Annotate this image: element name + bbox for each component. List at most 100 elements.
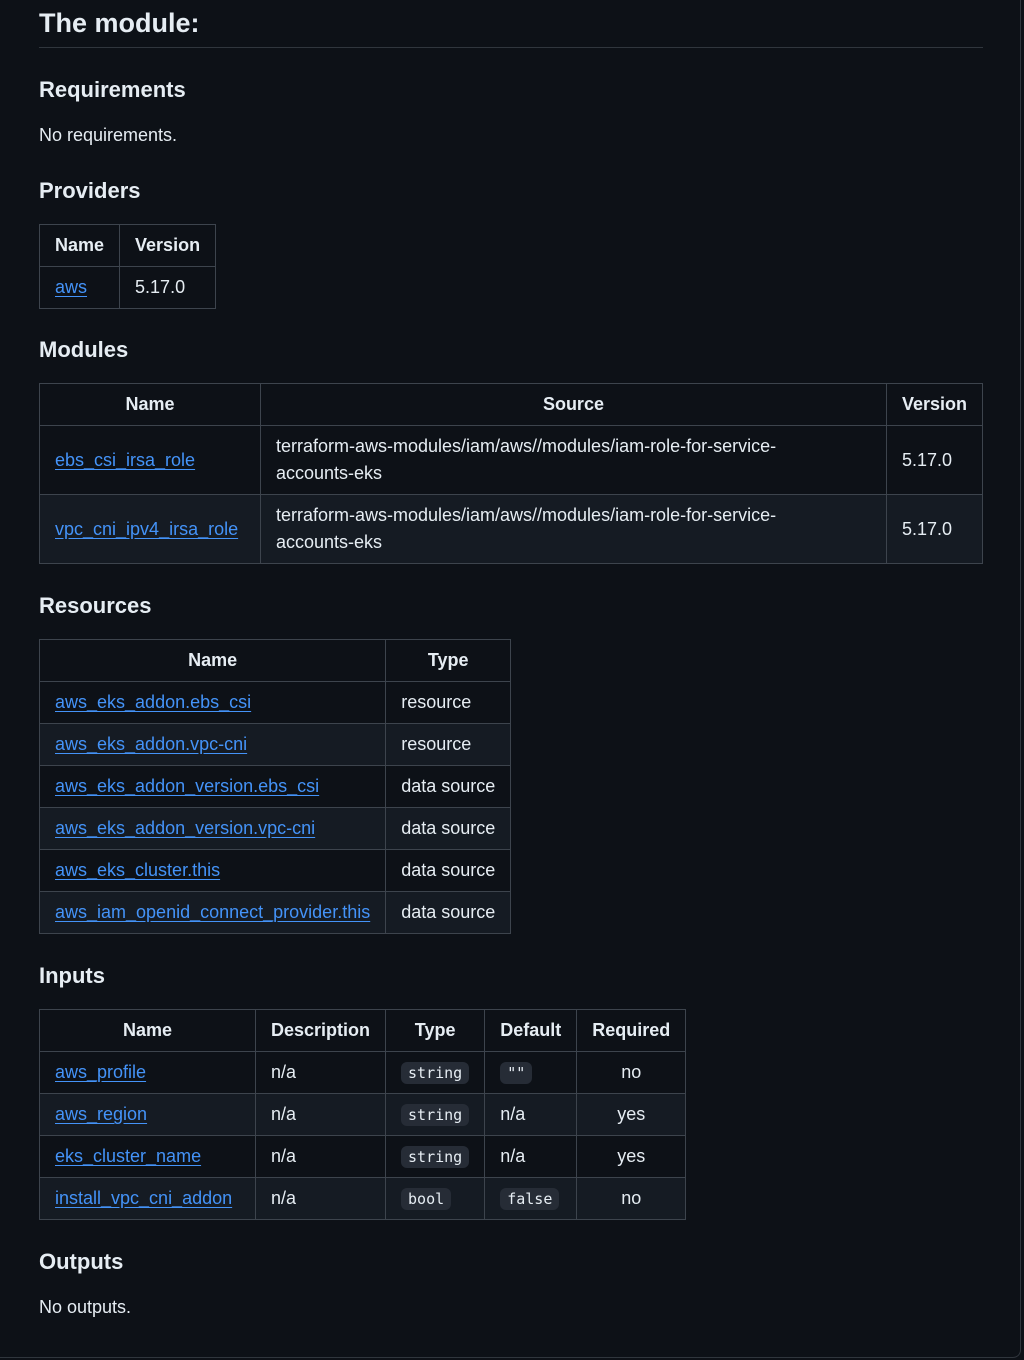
input-link-eks-cluster-name[interactable]: eks_cluster_name (55, 1146, 201, 1166)
resource-name-cell: aws_eks_addon.vpc-cni (38, 723, 387, 766)
outputs-text: No outputs. (39, 1297, 132, 1317)
provider-name-cell: aws (38, 266, 121, 309)
outputs-section: Outputs No outputs. (39, 1248, 131, 1320)
table-row: vpc_cni_ipv4_irsa_role terraform-aws-mod… (39, 494, 984, 564)
table-row: aws_eks_addon.vpc-cni resource (38, 723, 512, 766)
input-default-cell: "" (484, 1051, 578, 1094)
provider-version-cell: 5.17.0 (119, 266, 217, 309)
input-description-cell: n/a (254, 1177, 387, 1220)
input-name-cell: aws_region (39, 1093, 256, 1136)
column-header-version: Version (119, 224, 217, 267)
input-required-cell: yes (576, 1135, 687, 1178)
module-name-cell: vpc_cni_ipv4_irsa_role (39, 494, 261, 564)
providers-heading: Providers (39, 178, 141, 203)
input-link-aws-region[interactable]: aws_region (55, 1104, 147, 1124)
table-header-row: Name Type (38, 639, 512, 682)
column-header-name: Name (38, 224, 121, 267)
module-link-vpc-cni-ipv4-irsa-role[interactable]: vpc_cni_ipv4_irsa_role (55, 519, 238, 539)
readme-content: The module: Requirements No requirements… (38, 0, 984, 1317)
default-code: false (500, 1188, 560, 1210)
module-source-line: terraform-aws-modules/iam/aws//modules/i… (275, 505, 777, 525)
input-default-cell: false (484, 1177, 578, 1220)
default-code: "" (500, 1062, 533, 1084)
input-type-cell: string (385, 1093, 486, 1136)
module-version-cell: 5.17.0 (885, 425, 984, 495)
table-header-row: Name Description Type Default Required (39, 1009, 687, 1052)
providers-section: Providers Name Version aws 5.17.0 (38, 177, 217, 309)
column-header-description: Description (254, 1009, 387, 1052)
resource-type-cell: resource (385, 681, 512, 724)
column-header-required: Required (576, 1009, 687, 1052)
resource-name-cell: aws_eks_addon.ebs_csi (38, 681, 387, 724)
resource-name-cell: aws_iam_openid_connect_provider.this (38, 891, 387, 934)
module-source-cell: terraform-aws-modules/iam/aws//modules/i… (259, 494, 887, 564)
resources-section: Resources Name Type aws_eks_addon.ebs_cs… (38, 592, 512, 934)
module-source-cell: terraform-aws-modules/iam/aws//modules/i… (259, 425, 887, 495)
input-link-install-vpc-cni-addon[interactable]: install_vpc_cni_addon (55, 1188, 232, 1208)
input-name-cell: install_vpc_cni_addon (39, 1177, 256, 1220)
resource-link[interactable]: aws_eks_addon.vpc-cni (55, 734, 247, 754)
inputs-table: Name Description Type Default Required a… (39, 1009, 687, 1220)
resource-name-cell: aws_eks_addon_version.ebs_csi (38, 765, 387, 808)
type-code: bool (401, 1188, 452, 1210)
input-type-cell: bool (385, 1177, 486, 1220)
resource-type-cell: data source (385, 765, 512, 808)
requirements-section: Requirements No requirements. (39, 76, 186, 148)
module-link-ebs-csi-irsa-role[interactable]: ebs_csi_irsa_role (55, 450, 195, 470)
input-default-cell: n/a (484, 1135, 578, 1178)
requirements-text: No requirements. (39, 125, 178, 145)
table-row: aws_eks_addon_version.ebs_csi data sourc… (38, 765, 512, 808)
column-header-name: Name (39, 383, 261, 426)
resource-link[interactable]: aws_eks_addon_version.ebs_csi (55, 776, 319, 796)
table-row: aws 5.17.0 (38, 266, 217, 309)
table-row: install_vpc_cni_addon n/a bool false no (39, 1177, 687, 1220)
module-source-line: accounts-eks (275, 463, 383, 483)
outputs-heading: Outputs (39, 1249, 124, 1274)
column-header-type: Type (385, 1009, 486, 1052)
inputs-heading: Inputs (39, 963, 105, 988)
modules-table: Name Source Version ebs_csi_irsa_role te… (39, 383, 984, 564)
providers-table: Name Version aws 5.17.0 (38, 224, 217, 309)
inputs-section: Inputs Name Description Type Default Req… (39, 962, 687, 1220)
resource-link[interactable]: aws_iam_openid_connect_provider.this (55, 902, 370, 922)
resource-link[interactable]: aws_eks_cluster.this (55, 860, 220, 880)
table-row: aws_eks_addon.ebs_csi resource (38, 681, 512, 724)
provider-link-aws[interactable]: aws (55, 277, 87, 297)
input-description-cell: n/a (254, 1093, 387, 1136)
table-row: aws_eks_addon_version.vpc-cni data sourc… (38, 807, 512, 850)
resource-link[interactable]: aws_eks_addon_version.vpc-cni (55, 818, 315, 838)
input-link-aws-profile[interactable]: aws_profile (55, 1062, 146, 1082)
input-description-cell: n/a (254, 1135, 387, 1178)
column-header-name: Name (39, 1009, 256, 1052)
module-version-cell: 5.17.0 (885, 494, 984, 564)
modules-heading: Modules (39, 337, 129, 362)
column-header-version: Version (885, 383, 984, 426)
resource-name-cell: aws_eks_addon_version.vpc-cni (38, 807, 387, 850)
modules-section: Modules Name Source Version ebs_csi_irsa… (39, 336, 984, 564)
table-row: eks_cluster_name n/a string n/a yes (39, 1135, 687, 1178)
module-name-cell: ebs_csi_irsa_role (39, 425, 261, 495)
input-default-cell: n/a (484, 1093, 578, 1136)
resource-type-cell: data source (385, 807, 512, 850)
resource-link[interactable]: aws_eks_addon.ebs_csi (55, 692, 251, 712)
column-header-name: Name (38, 639, 387, 682)
input-name-cell: aws_profile (39, 1051, 256, 1094)
column-header-type: Type (385, 639, 512, 682)
type-code: string (401, 1062, 470, 1084)
requirements-heading: Requirements (39, 77, 186, 102)
page-title: The module: (39, 0, 983, 48)
input-type-cell: string (385, 1051, 486, 1094)
type-code: string (401, 1104, 470, 1126)
table-header-row: Name Source Version (39, 383, 984, 426)
column-header-default: Default (484, 1009, 578, 1052)
input-required-cell: yes (576, 1093, 687, 1136)
resource-type-cell: data source (385, 849, 512, 892)
input-required-cell: no (576, 1051, 687, 1094)
input-description-cell: n/a (254, 1051, 387, 1094)
table-row: aws_region n/a string n/a yes (39, 1093, 687, 1136)
table-header-row: Name Version (38, 224, 217, 267)
column-header-source: Source (259, 383, 887, 426)
input-required-cell: no (576, 1177, 687, 1220)
table-row: aws_profile n/a string "" no (39, 1051, 687, 1094)
resources-table: Name Type aws_eks_addon.ebs_csi resource… (38, 639, 512, 934)
